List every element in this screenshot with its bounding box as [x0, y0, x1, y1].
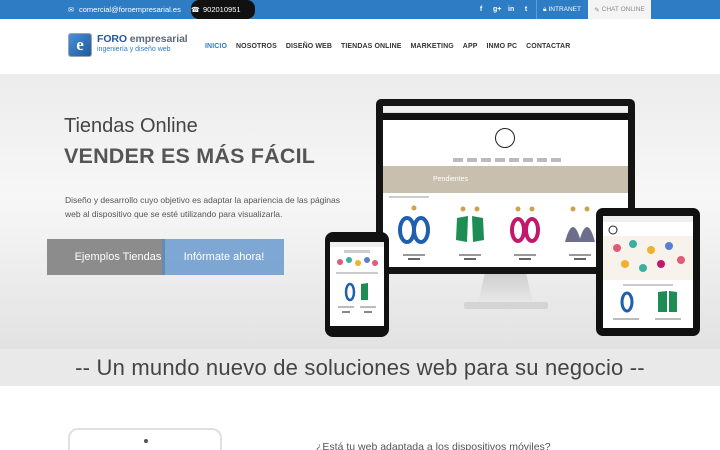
- logo-foro: FORO: [97, 33, 127, 45]
- tablet-mockup: [596, 208, 700, 336]
- google-plus-icon[interactable]: g+: [493, 6, 501, 13]
- shop-logo-icon: [495, 128, 515, 148]
- blue-earring-image: [398, 205, 430, 244]
- grey-earring-image: [565, 206, 595, 242]
- site-logo[interactable]: e FORO empresarial ingeniería y diseño w…: [68, 33, 193, 61]
- tablet-outline-image: [68, 428, 222, 450]
- magenta-earring-image: [510, 206, 540, 243]
- tagline-banner: -- Un mundo nuevo de soluciones web para…: [0, 349, 720, 386]
- shop-top-strip: [383, 113, 628, 120]
- ejemplos-tiendas-button[interactable]: Ejemplos Tiendas: [47, 239, 165, 275]
- social-links: f g+ in t: [478, 0, 529, 19]
- top-contact-bar: ✉ comercial@foroempresarial.es ☎ 9020109…: [0, 0, 720, 19]
- phone-screen: [330, 242, 384, 326]
- phone-text[interactable]: 902010951: [203, 5, 241, 14]
- tablet-screen: [603, 216, 693, 328]
- nav-item-inmo-pc[interactable]: INMO PC: [487, 43, 518, 50]
- email-contact[interactable]: ✉ comercial@foroempresarial.es: [67, 0, 181, 19]
- edit-icon: ✎: [594, 6, 600, 14]
- site-header: e FORO empresarial ingeniería y diseño w…: [0, 19, 720, 74]
- phone-shop-preview: [330, 242, 384, 313]
- product-name-line: [514, 254, 536, 256]
- camera-dot-icon: [144, 439, 148, 443]
- logo-wordmark: FORO empresarial: [97, 33, 188, 45]
- linkedin-icon[interactable]: in: [508, 6, 514, 13]
- shop-menu: [453, 158, 563, 162]
- product-card: [451, 204, 489, 260]
- phone-icon: ☎: [191, 6, 200, 14]
- product-card: [395, 204, 433, 260]
- nav-item-contactar[interactable]: CONTACTAR: [526, 43, 570, 50]
- product-price-line: [408, 258, 420, 260]
- nav-item-inicio[interactable]: INICIO: [205, 43, 227, 50]
- informate-button[interactable]: Infórmate ahora!: [162, 239, 284, 275]
- email-text[interactable]: comercial@foroempresarial.es: [79, 5, 181, 14]
- intranet-link[interactable]: 🔒︎ INTRANET: [536, 0, 587, 19]
- shop-breadcrumb: [389, 196, 429, 198]
- product-card: [506, 204, 544, 260]
- lock-icon: 🔒︎: [543, 5, 547, 13]
- hero-title: Tiendas Online: [64, 115, 198, 137]
- product-price-line: [574, 258, 586, 260]
- chat-label: CHAT ONLINE: [601, 6, 645, 13]
- desktop-screen: Pendientes: [383, 106, 628, 267]
- envelope-icon: ✉: [68, 6, 74, 14]
- green-earring-image: [456, 206, 484, 242]
- logo-tagline: ingeniería y diseño web: [97, 46, 171, 53]
- mobile-adapted-question: ¿Está tu web adaptada a los dispositivos…: [316, 441, 551, 450]
- product-price-line: [519, 258, 531, 260]
- hero-slider: Tiendas Online VENDER ES MÁS FÁCIL Diseñ…: [0, 74, 720, 349]
- phone-mockup: [325, 232, 389, 337]
- product-name-line: [569, 254, 591, 256]
- product-name-line: [459, 254, 481, 256]
- nav-item-diseno-web[interactable]: DISEÑO WEB: [286, 43, 332, 50]
- main-nav: INICIO NOSOTROS DISEÑO WEB TIENDAS ONLIN…: [205, 19, 570, 74]
- twitter-icon[interactable]: t: [523, 6, 529, 13]
- product-card: [561, 204, 599, 260]
- intranet-label: INTRANET: [548, 6, 581, 13]
- monitor-base: [464, 302, 548, 309]
- logo-empresarial: empresarial: [129, 33, 188, 45]
- logo-e-icon: e: [68, 33, 92, 57]
- tablet-shop-preview: [603, 216, 693, 320]
- nav-item-tiendas-online[interactable]: TIENDAS ONLINE: [341, 43, 402, 50]
- nav-item-marketing[interactable]: MARKETING: [411, 43, 454, 50]
- facebook-icon[interactable]: f: [478, 6, 484, 13]
- product-name-line: [403, 254, 425, 256]
- nav-item-nosotros[interactable]: NOSOTROS: [236, 43, 277, 50]
- browser-toolbar: [383, 106, 628, 113]
- product-price-line: [464, 258, 476, 260]
- hero-description: Diseño y desarrollo cuyo objetivo es ada…: [65, 195, 341, 219]
- hero-subtitle: VENDER ES MÁS FÁCIL: [64, 144, 316, 168]
- nav-item-app[interactable]: APP: [463, 43, 478, 50]
- shop-category-banner: Pendientes: [383, 166, 628, 193]
- monitor-stand: [478, 274, 533, 304]
- chat-online-button[interactable]: ✎ CHAT ONLINE: [588, 0, 651, 19]
- phone-contact[interactable]: ☎ 902010951: [191, 0, 255, 19]
